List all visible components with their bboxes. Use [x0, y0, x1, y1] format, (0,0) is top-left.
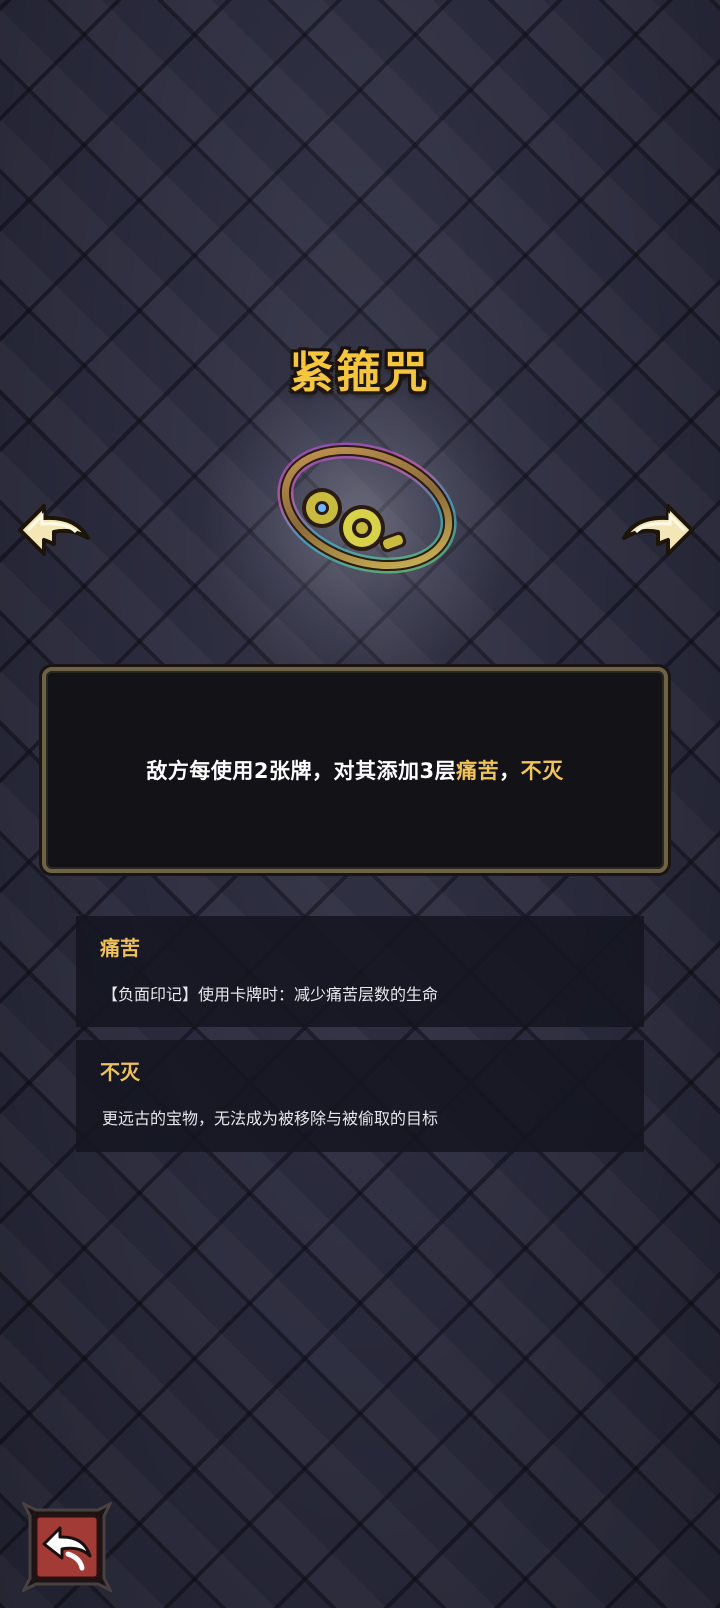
- relic-description-panel: 敌方每使用2张牌，对其添加3层痛苦，不灭: [42, 667, 668, 873]
- keyword-card-indestructible: 不灭 更远古的宝物，无法成为被移除与被偷取的目标: [76, 1040, 644, 1152]
- keyword-card-description: 更远古的宝物，无法成为被移除与被偷取的目标: [102, 1109, 439, 1128]
- keyword-card-description: 【负面印记】使用卡牌时：减少痛苦层数的生命: [102, 985, 439, 1004]
- arrow-left-icon[interactable]: [14, 498, 94, 562]
- keyword-card-pain: 痛苦 【负面印记】使用卡牌时：减少痛苦层数的生命: [76, 916, 644, 1027]
- keyword-indestructible: 不灭: [520, 759, 564, 783]
- keyword-pain: 痛苦: [456, 759, 500, 783]
- keyword-card-title: 痛苦: [100, 936, 140, 960]
- arrow-right-icon[interactable]: [618, 498, 698, 562]
- back-button[interactable]: [22, 1502, 112, 1592]
- keyword-card-title: 不灭: [100, 1060, 140, 1084]
- description-text: 敌方每使用2张牌，对其添加3层: [146, 759, 457, 783]
- relic-description: 敌方每使用2张牌，对其添加3层痛苦，不灭: [146, 755, 563, 785]
- golden-headband-icon: [277, 442, 457, 574]
- description-separator: ，: [499, 759, 521, 783]
